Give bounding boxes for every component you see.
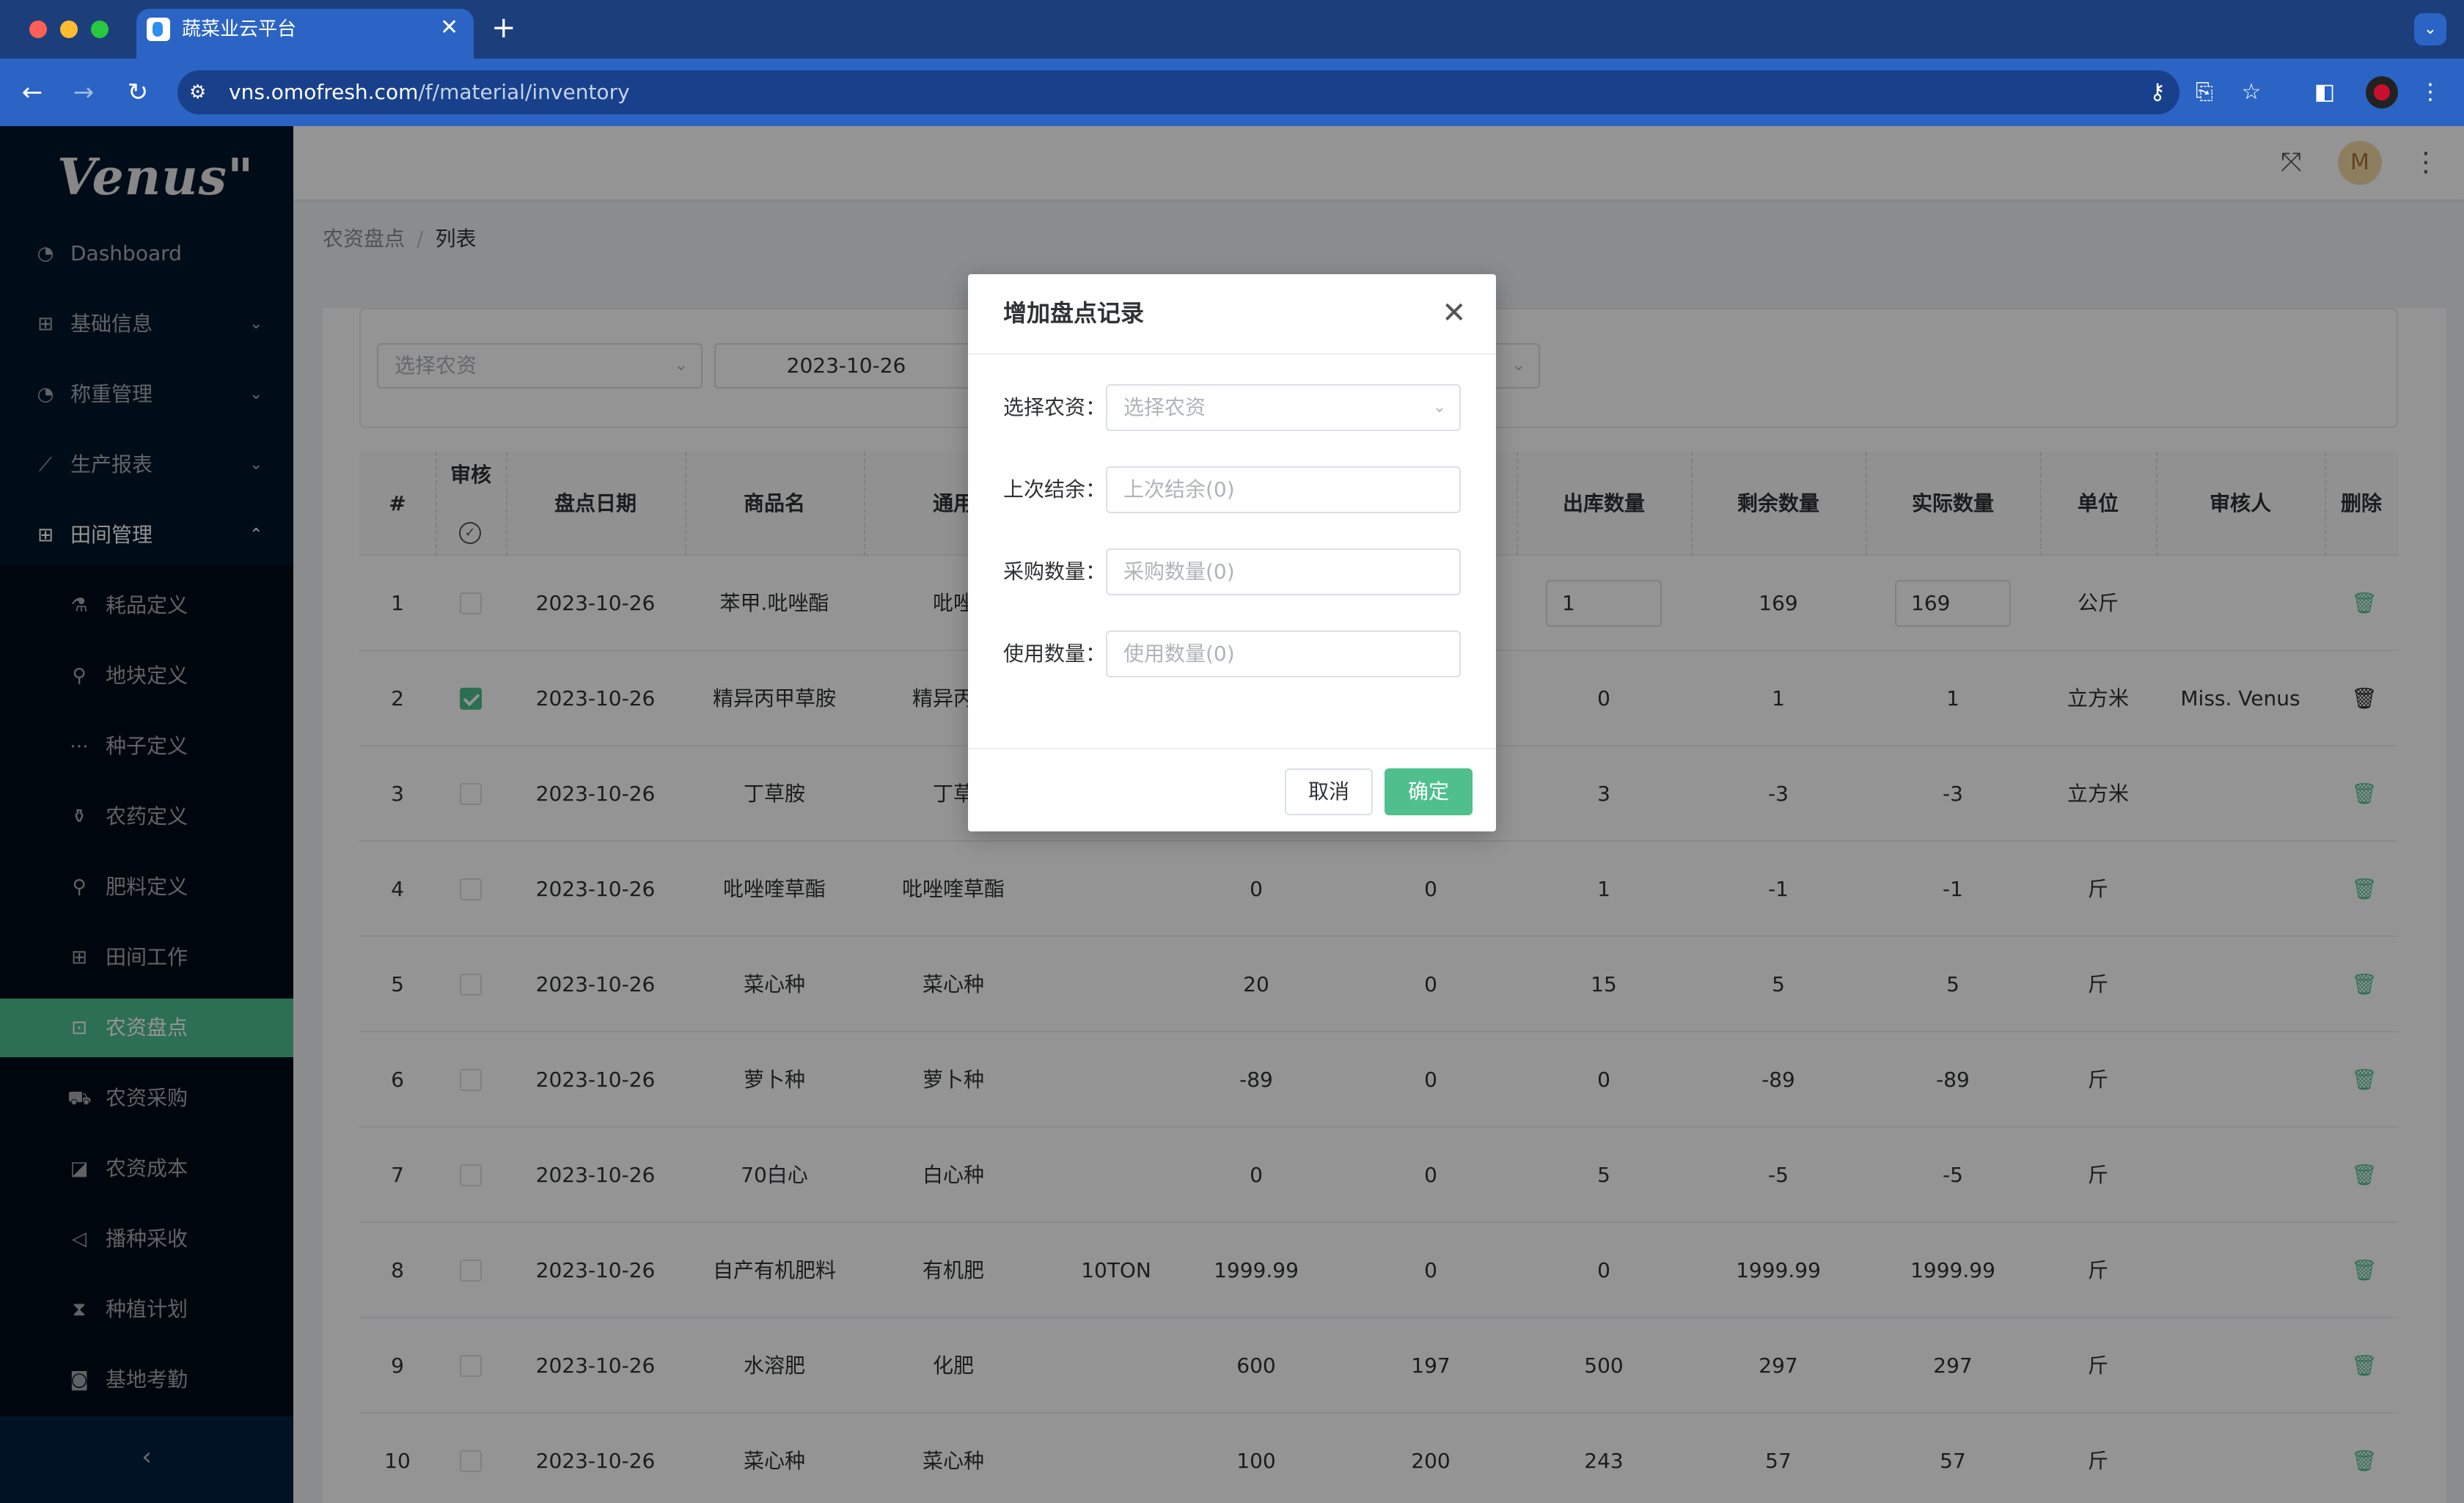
browser-menu-icon[interactable]: ⋮ (2414, 76, 2446, 109)
forward-button[interactable]: → (66, 75, 101, 110)
chevron-down-icon: ⌄ (1432, 398, 1446, 416)
last-balance-placeholder: 上次结余(0) (1123, 477, 1235, 501)
window-minimize-button[interactable] (60, 21, 78, 38)
cancel-button[interactable]: 取消 (1285, 768, 1373, 815)
url-text[interactable]: vns.omofresh.com/f/material/inventory (229, 78, 630, 107)
last-balance-input[interactable]: 上次结余(0) (1106, 466, 1461, 513)
confirm-button[interactable]: 确定 (1385, 768, 1473, 815)
usage-qty-input[interactable]: 使用数量(0) (1106, 631, 1461, 677)
url-host: vns.omofresh.com (229, 80, 419, 104)
material-select-placeholder: 选择农资 (1123, 395, 1206, 419)
window-zoom-button[interactable] (91, 21, 109, 38)
modal-header-divider (968, 353, 1496, 355)
app-root: Venus" ◔ Dashboard ⊞ 基础信息 ⌄ ◔ 称重管理 ⌄ ⟋ 生… (0, 126, 2464, 1503)
window-close-button[interactable] (29, 21, 47, 38)
modal-title: 增加盘点记录 (1003, 299, 1145, 327)
profile-avatar[interactable] (2366, 76, 2398, 109)
usage-qty-placeholder: 使用数量(0) (1123, 642, 1235, 666)
material-select[interactable]: 选择农资 ⌄ (1106, 384, 1461, 431)
new-tab-button[interactable]: + (491, 12, 516, 44)
url-path: /f/material/inventory (418, 80, 630, 104)
password-key-icon[interactable]: ⚷ (2141, 76, 2174, 109)
browser-tab-strip: 蔬菜业云平台 ✕ + ⌄ (0, 0, 2464, 59)
bookmark-star-icon[interactable]: ☆ (2235, 76, 2267, 109)
site-settings-icon[interactable]: ⚙ (189, 81, 206, 104)
purchase-qty-input[interactable]: 采购数量(0) (1106, 548, 1461, 595)
favicon-icon (147, 18, 170, 41)
tab-title: 蔬菜业云平台 (182, 18, 297, 40)
add-inventory-modal: 增加盘点记录 ✕ 选择农资： 选择农资 ⌄ 上次结余： 上次结余(0) 采购数量… (968, 274, 1496, 831)
reload-button[interactable]: ↻ (120, 75, 155, 110)
side-panel-icon[interactable]: ◧ (2309, 76, 2341, 109)
tab-search-button[interactable]: ⌄ (2414, 13, 2446, 45)
close-icon[interactable]: ✕ (1442, 296, 1467, 330)
purchase-qty-label: 采购数量： (1003, 559, 1107, 584)
usage-qty-label: 使用数量： (1003, 642, 1107, 666)
back-button[interactable]: ← (15, 75, 50, 110)
last-balance-label: 上次结余： (1003, 477, 1107, 501)
modal-footer-divider (968, 748, 1496, 749)
purchase-qty-placeholder: 采购数量(0) (1123, 559, 1235, 584)
tab-close-icon[interactable]: ✕ (440, 15, 458, 41)
material-field-label: 选择农资： (1003, 395, 1107, 419)
install-app-icon[interactable]: ⎘ (2188, 76, 2221, 109)
